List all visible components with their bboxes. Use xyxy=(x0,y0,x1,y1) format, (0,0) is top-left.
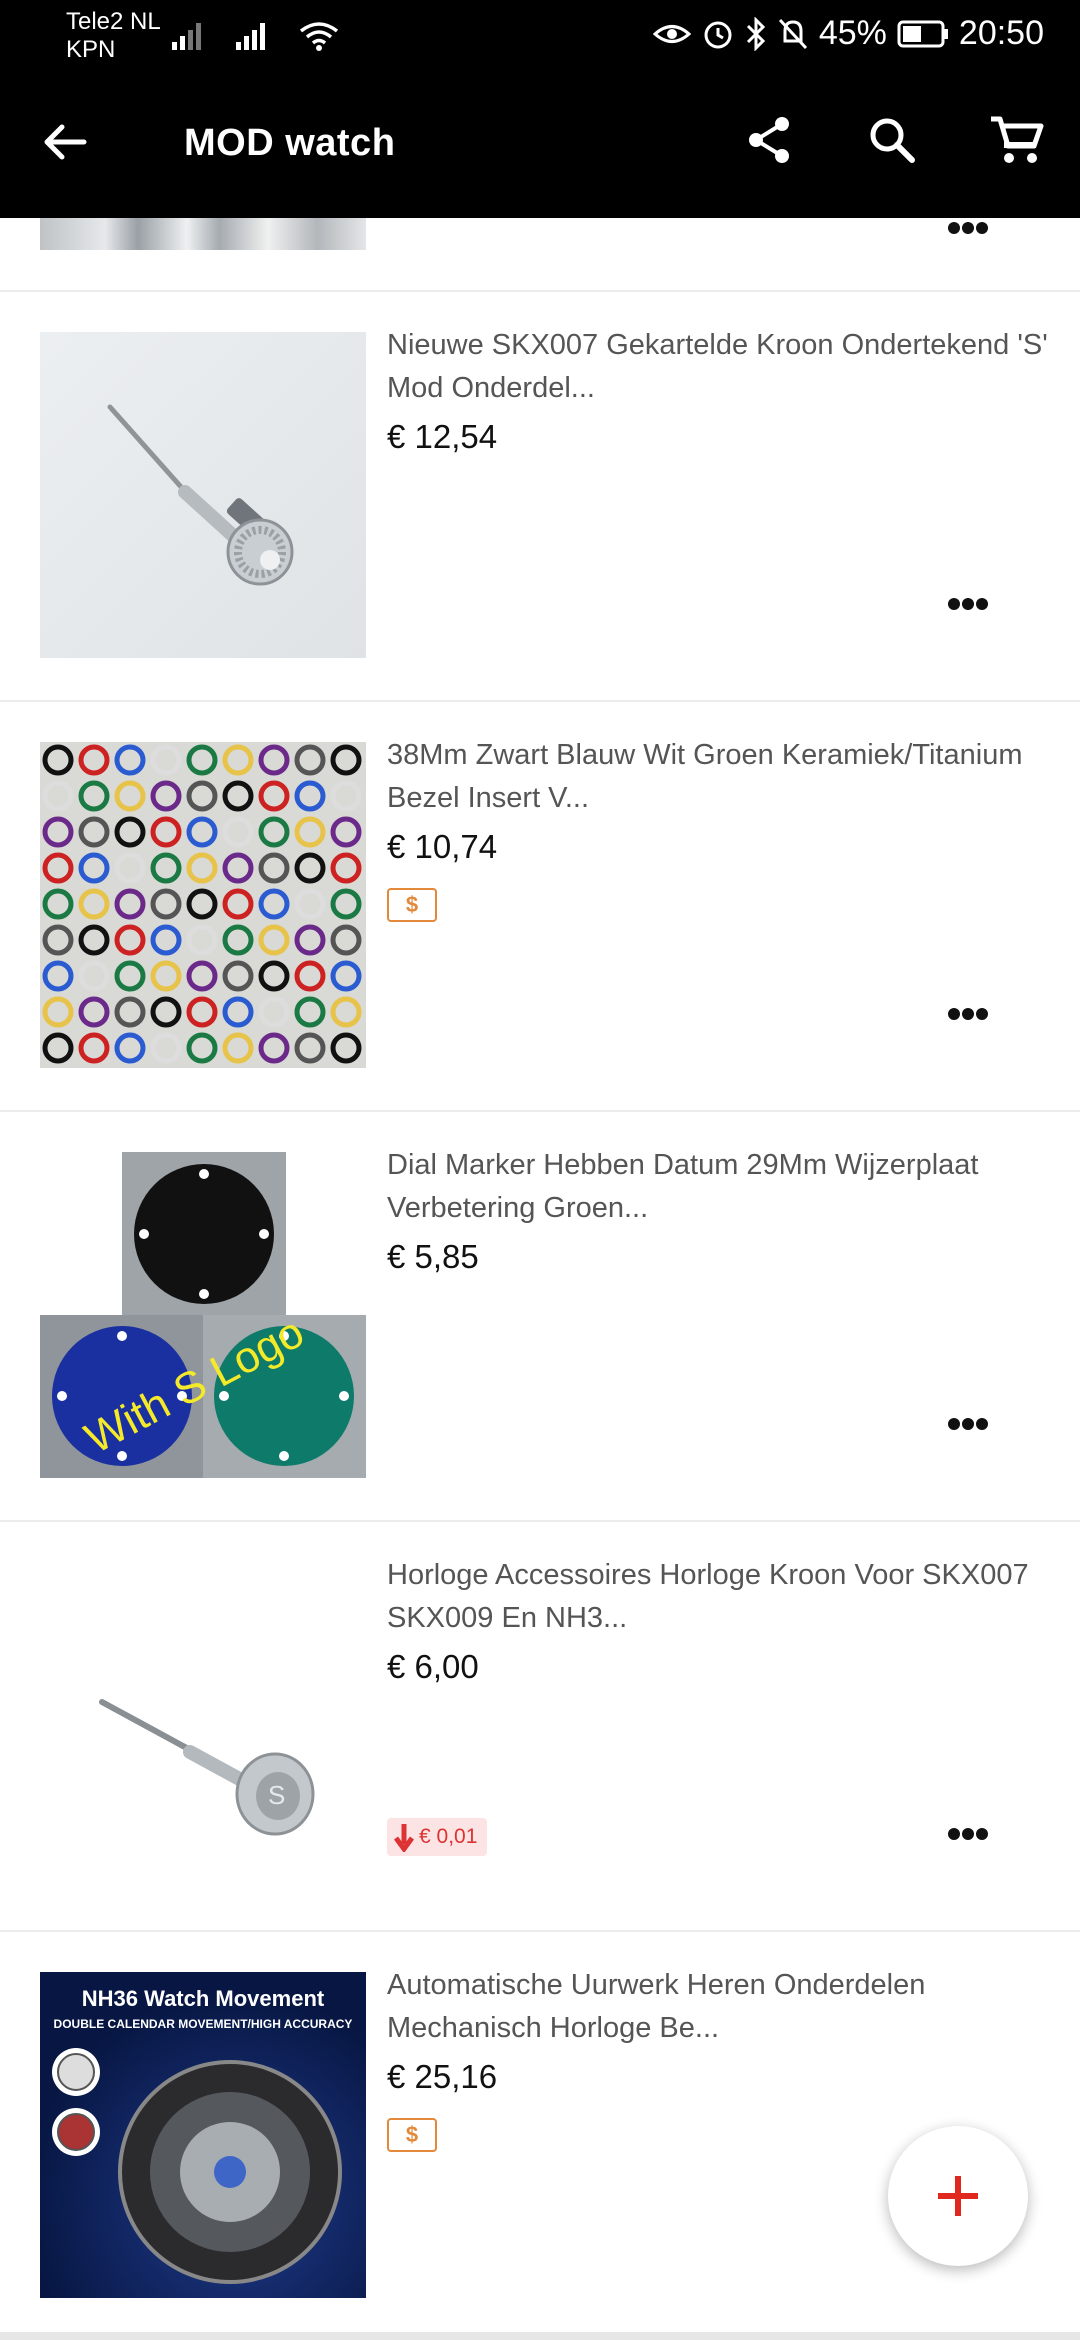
product-title[interactable]: Automatische Uurwerk Heren Onderdelen Me… xyxy=(387,1964,1057,2050)
product-thumbnail: With S Logo xyxy=(40,1152,366,1478)
cart-button[interactable] xyxy=(988,114,1048,174)
carrier-name-primary: Tele2 NL xyxy=(66,8,161,35)
battery-icon xyxy=(897,20,948,47)
price-drop-amount: € 0,01 xyxy=(419,1825,478,1848)
more-options-button[interactable] xyxy=(940,588,996,618)
movement-image-title: NH36 Watch Movement xyxy=(82,1986,325,2011)
signal-icons xyxy=(170,20,340,52)
product-title[interactable]: Dial Marker Hebben Datum 29Mm Wijzerplaa… xyxy=(387,1144,1057,1230)
more-options-button[interactable] xyxy=(940,998,996,1028)
list-item-partial[interactable] xyxy=(0,218,1080,292)
product-thumbnail: S xyxy=(40,1562,366,1888)
product-thumbnail xyxy=(40,742,366,1068)
product-title[interactable]: Horloge Accessoires Horloge Kroon Voor S… xyxy=(387,1554,1057,1640)
search-button[interactable] xyxy=(866,114,926,174)
list-item[interactable]: Nieuwe SKX007 Gekartelde Kroon Onderteke… xyxy=(0,292,1080,702)
product-title[interactable]: 38Mm Zwart Blauw Wit Groen Keramiek/Tita… xyxy=(387,734,1057,820)
add-button[interactable] xyxy=(888,2126,1028,2266)
bluetooth-icon xyxy=(746,16,765,51)
list-item[interactable]: NH36 Watch Movement DOUBLE CALENDAR MOVE… xyxy=(0,1932,1080,2340)
eye-icon xyxy=(652,24,691,43)
product-price: € 5,85 xyxy=(387,1238,479,1275)
list-item[interactable]: S Horloge Accessoires Horloge Kroon Voor… xyxy=(0,1522,1080,1932)
shopping-cart-icon xyxy=(991,116,1044,163)
list-item[interactable]: With S Logo Dial Marker Hebben Datum 29M… xyxy=(0,1112,1080,1522)
app-bar: MOD watch xyxy=(0,72,1080,218)
crown-stem-image xyxy=(107,404,294,586)
more-options-button[interactable] xyxy=(940,1408,996,1438)
product-thumbnail: NH36 Watch Movement DOUBLE CALENDAR MOVE… xyxy=(40,1972,366,2298)
product-thumbnail xyxy=(40,332,366,658)
product-thumbnail xyxy=(40,218,366,250)
arrow-down-icon xyxy=(393,1824,415,1852)
product-list: Nieuwe SKX007 Gekartelde Kroon Onderteke… xyxy=(0,218,1080,2340)
carrier-info: Tele2 NL KPN xyxy=(66,8,161,64)
carrier-name-secondary: KPN xyxy=(66,36,116,63)
status-right: 45% 20:50 xyxy=(652,14,1044,53)
divider xyxy=(0,2332,1080,2340)
arrow-left-icon xyxy=(44,124,87,160)
signal-icon-2 xyxy=(236,23,265,50)
more-options-button[interactable] xyxy=(940,1818,996,1848)
page-title: MOD watch xyxy=(184,122,396,164)
product-price: € 25,16 xyxy=(387,2058,498,2095)
list-item[interactable]: 38Mm Zwart Blauw Wit Groen Keramiek/Tita… xyxy=(0,702,1080,1112)
back-button[interactable] xyxy=(40,117,104,173)
battery-percentage: 45% xyxy=(818,14,887,52)
dollar-badge: $ xyxy=(387,2118,437,2152)
product-price: € 12,54 xyxy=(387,418,498,455)
movement-image: NH36 Watch Movement DOUBLE CALENDAR MOVE… xyxy=(52,1986,353,2284)
movement-image-subtitle: DOUBLE CALENDAR MOVEMENT/HIGH ACCURACY xyxy=(54,2017,353,2031)
dollar-badge: $ xyxy=(387,888,437,922)
alarm-icon xyxy=(704,21,732,48)
mute-icon xyxy=(778,18,807,49)
wifi-icon xyxy=(299,22,339,51)
status-bar: Tele2 NL KPN 45% 20:50 xyxy=(0,0,1080,72)
product-price: € 10,74 xyxy=(387,828,498,865)
price-drop-badge: € 0,01 xyxy=(387,1818,488,1856)
clock: 20:50 xyxy=(958,14,1044,52)
search-icon xyxy=(870,118,915,163)
signal-icon xyxy=(172,23,201,50)
more-options-button[interactable] xyxy=(940,218,996,242)
product-price: € 6,00 xyxy=(387,1648,479,1685)
dial-image: With S Logo xyxy=(40,1152,366,1478)
share-button[interactable] xyxy=(744,114,804,174)
share-icon xyxy=(749,117,789,163)
crown-image: S xyxy=(99,1699,315,1836)
product-title[interactable]: Nieuwe SKX007 Gekartelde Kroon Onderteke… xyxy=(387,324,1057,410)
svg-text:S: S xyxy=(268,1780,285,1810)
bezel-grid-image xyxy=(42,744,362,1064)
